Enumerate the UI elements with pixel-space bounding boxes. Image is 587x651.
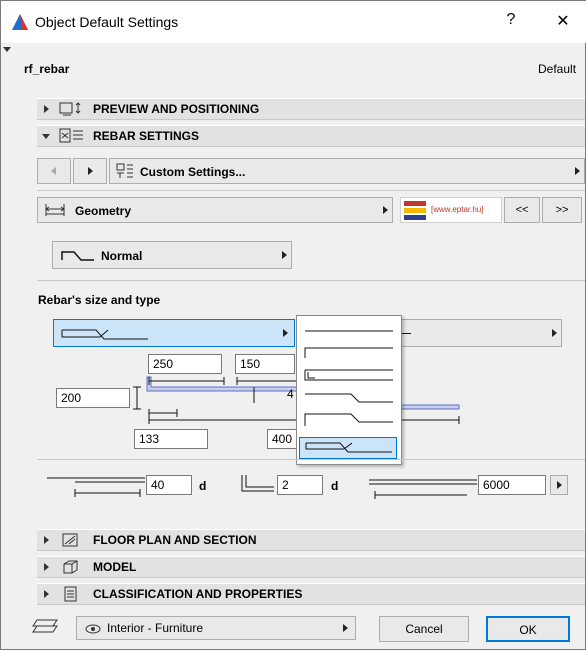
collapse-marker-icon[interactable] bbox=[3, 47, 11, 52]
divider bbox=[37, 459, 585, 460]
logo-stripe bbox=[404, 201, 426, 206]
shape-option-double-bent-icon bbox=[305, 442, 392, 453]
model-cube-icon bbox=[63, 560, 78, 574]
prev-product-button[interactable]: << bbox=[504, 197, 540, 223]
section-label: CLASSIFICATION AND PROPERTIES bbox=[93, 587, 303, 601]
floor-plan-icon bbox=[62, 533, 78, 547]
section-floor-plan[interactable]: FLOOR PLAN AND SECTION bbox=[37, 529, 585, 551]
section-label: PREVIEW AND POSITIONING bbox=[93, 102, 260, 116]
rebar-shape-icon bbox=[61, 329, 148, 340]
dropdown-arrow-icon bbox=[383, 206, 388, 214]
logo-stripe bbox=[404, 208, 426, 213]
rebar-size-type-label: Rebar's size and type bbox=[38, 293, 161, 307]
shape-option-double-hook-icon[interactable] bbox=[303, 368, 395, 384]
divider bbox=[37, 190, 585, 191]
dim-4-label: 4 bbox=[287, 387, 294, 401]
total-length-icon bbox=[369, 479, 477, 499]
window-title: Object Default Settings bbox=[35, 14, 179, 30]
title-bar: Object Default Settings ? ✕ bbox=[1, 1, 586, 43]
bend-radius-field[interactable]: 2 bbox=[277, 475, 323, 495]
divider bbox=[37, 280, 585, 281]
lap-length-unit: d bbox=[199, 479, 207, 493]
logo-text: [www.eptar.hu] bbox=[431, 205, 484, 214]
shape-option-straight-icon[interactable] bbox=[303, 324, 395, 338]
section-label: MODEL bbox=[93, 560, 137, 574]
collapse-arrow-icon bbox=[42, 134, 50, 139]
object-name: rf_rebar bbox=[24, 62, 70, 76]
layer-label: Interior - Furniture bbox=[107, 621, 204, 635]
ok-button[interactable]: OK bbox=[486, 616, 570, 642]
custom-settings-dropdown[interactable]: Custom Settings... bbox=[109, 158, 585, 184]
section-model[interactable]: MODEL bbox=[37, 556, 585, 578]
custom-settings-icon bbox=[116, 163, 133, 178]
dropdown-arrow-icon bbox=[282, 251, 287, 259]
dropdown-arrow-icon bbox=[575, 167, 580, 175]
dropdown-arrow-icon bbox=[552, 329, 557, 337]
custom-settings-label: Custom Settings... bbox=[140, 165, 246, 179]
hook-type-dropdown[interactable]: Normal bbox=[52, 241, 292, 269]
section-classification[interactable]: CLASSIFICATION AND PROPERTIES bbox=[37, 583, 585, 605]
shape-option-selected[interactable] bbox=[299, 437, 397, 459]
section-preview-positioning[interactable]: PREVIEW AND POSITIONING bbox=[37, 98, 585, 120]
bend-radius-icon bbox=[241, 475, 274, 492]
help-button[interactable]: ? bbox=[499, 11, 523, 29]
dim-200-field[interactable]: 200 bbox=[56, 388, 130, 408]
geometry-dropdown[interactable]: Geometry bbox=[37, 197, 393, 223]
arrow-right-icon bbox=[557, 481, 562, 489]
expand-arrow-icon bbox=[44, 105, 49, 113]
prev-page-button[interactable] bbox=[37, 158, 71, 184]
rebar-settings-icon bbox=[59, 128, 83, 143]
expand-arrow-icon bbox=[44, 590, 49, 598]
eye-icon bbox=[85, 624, 101, 634]
expand-arrow-icon bbox=[44, 536, 49, 544]
dropdown-arrow-icon bbox=[343, 624, 348, 632]
normal-label: Normal bbox=[101, 249, 143, 263]
eptar-logo: [www.eptar.hu] bbox=[400, 197, 502, 223]
cancel-button[interactable]: Cancel bbox=[379, 616, 469, 642]
next-product-button[interactable]: >> bbox=[542, 197, 582, 223]
rebar-type-line bbox=[401, 333, 411, 334]
rebar-shape-popup bbox=[296, 315, 402, 465]
layer-dropdown[interactable]: Interior - Furniture bbox=[76, 616, 356, 640]
hook-normal-icon bbox=[61, 251, 94, 261]
total-length-field[interactable]: 6000 bbox=[478, 475, 546, 495]
dropdown-arrow-icon bbox=[283, 329, 288, 337]
shape-option-hook-icon[interactable] bbox=[303, 344, 395, 360]
section-label: REBAR SETTINGS bbox=[93, 129, 200, 143]
arrow-left-icon bbox=[51, 167, 56, 175]
rebar-shape-dropdown[interactable] bbox=[53, 319, 295, 347]
rebar-type-dropdown[interactable] bbox=[400, 319, 562, 347]
archicad-logo-icon bbox=[12, 14, 28, 30]
lap-length-field[interactable]: 40 bbox=[146, 475, 192, 495]
default-label: Default bbox=[538, 62, 577, 76]
logo-stripe bbox=[404, 215, 426, 220]
preview-icon bbox=[59, 102, 81, 116]
shape-option-bent-icon[interactable] bbox=[303, 390, 395, 406]
layer-icon bbox=[32, 619, 58, 633]
geometry-icon bbox=[45, 204, 65, 216]
dim-150-field[interactable]: 150 bbox=[235, 354, 295, 374]
lap-length-icon bbox=[47, 477, 145, 497]
shape-option-hook-bent-icon[interactable] bbox=[303, 410, 395, 428]
expand-arrow-icon bbox=[44, 563, 49, 571]
dim-133-field[interactable]: 133 bbox=[134, 429, 208, 449]
total-length-stepper[interactable] bbox=[550, 475, 568, 495]
close-button[interactable]: ✕ bbox=[551, 11, 575, 31]
dialog-window: Object Default Settings ? ✕ rf_rebar Def… bbox=[0, 0, 586, 650]
next-page-button[interactable] bbox=[73, 158, 107, 184]
arrow-right-icon bbox=[88, 167, 93, 175]
geometry-label: Geometry bbox=[75, 204, 132, 218]
section-label: FLOOR PLAN AND SECTION bbox=[93, 533, 257, 547]
section-rebar-settings[interactable]: REBAR SETTINGS bbox=[37, 125, 585, 147]
dim-250-field[interactable]: 250 bbox=[148, 354, 222, 374]
bend-radius-unit: d bbox=[331, 479, 339, 493]
classification-icon bbox=[64, 586, 77, 602]
